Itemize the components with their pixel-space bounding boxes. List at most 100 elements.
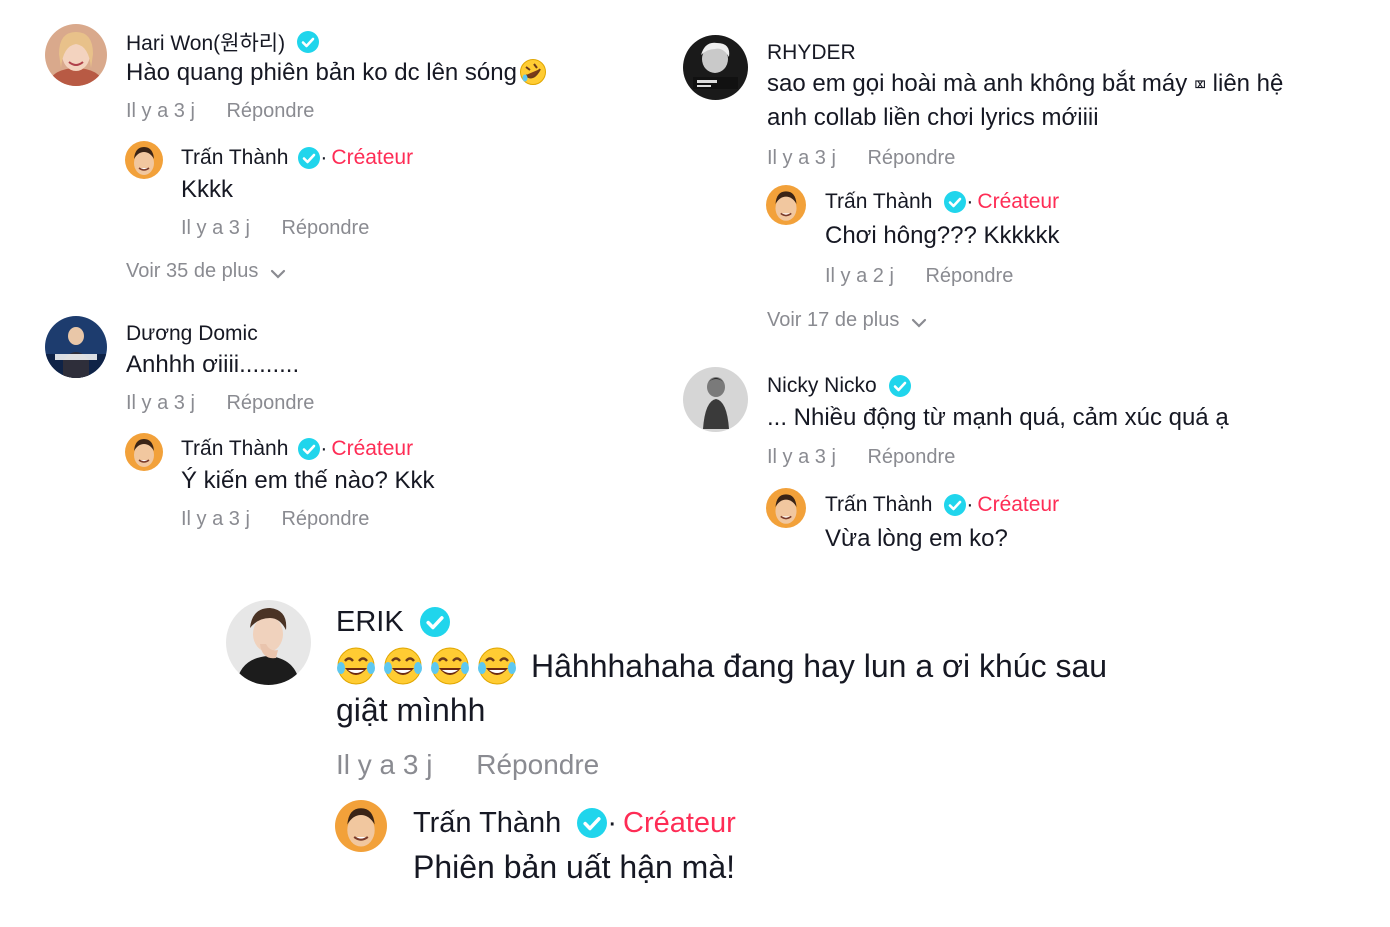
separator-dot: · (320, 146, 328, 169)
avatar[interactable] (766, 488, 806, 528)
comment-duong-domic: Dương Domic Anhhh ơiiii......... Il y a … (0, 300, 670, 570)
comment-text: Anhhh ơiiii......... (126, 351, 300, 378)
comment-text-content: liên hệ (1212, 70, 1284, 97)
comment-text: ... Nhiều động từ mạnh quá, cảm xúc quá … (767, 404, 1229, 431)
tears-of-joy-emoji-icon (478, 647, 516, 685)
reply-text: Ý kiến em thế nào? Kkk (181, 467, 435, 494)
comment-text-content: Hào quang phiên bản ko dc lên sóng (126, 59, 517, 86)
comment-meta: Il y a 3 j Répondre (767, 446, 955, 469)
author-name[interactable]: Trấn Thành (825, 190, 932, 214)
avatar[interactable] (683, 367, 748, 432)
author-name[interactable]: Hari Won(원하리) (126, 27, 285, 57)
creator-label: Créateur (977, 493, 1060, 516)
missing-glyph: ⌧ (1193, 72, 1206, 96)
reply-text: Phiên bản uất hận mà! (413, 849, 736, 885)
view-more-replies[interactable]: Voir 17 de plus (767, 309, 927, 332)
verified-badge-icon (298, 438, 321, 460)
reply-button[interactable]: Répondre (226, 100, 314, 122)
comment-time: Il y a 3 j (126, 100, 195, 122)
author-name[interactable]: Nicky Nicko (767, 374, 877, 398)
avatar[interactable] (335, 800, 387, 852)
comment-erik-panel: ERIK Hâhhhahaha đang hay lun a ơi khúc s… (0, 575, 1390, 927)
separator-dot: · (607, 806, 617, 839)
reply-author[interactable]: Trấn Thành · Créateur (825, 188, 1059, 216)
reply-meta: Il y a 3 j Répondre (181, 508, 369, 531)
comment-author[interactable]: ERIK (336, 604, 450, 640)
rolling-laughing-emoji-icon (519, 58, 546, 85)
separator-dot: · (320, 437, 328, 460)
comment-nicky-nicko: Nicky Nicko ... Nhiều động từ mạnh quá, … (670, 360, 1390, 575)
comment-meta: Il y a 3 j Répondre (336, 749, 599, 781)
comments-panel-left: Hari Won(원하리) Hào quang phiên bản ko dc … (0, 0, 670, 570)
comment-time: Il y a 2 j (825, 265, 894, 287)
author-name[interactable]: Trấn Thành (825, 493, 932, 517)
reply-author[interactable]: Trấn Thành · Créateur (413, 805, 736, 841)
comment-author[interactable]: Nicky Nicko (767, 372, 911, 400)
avatar[interactable] (125, 141, 163, 179)
comment-hari-won: Hari Won(원하리) Hào quang phiên bản ko dc … (0, 0, 670, 290)
author-name[interactable]: Trấn Thành (181, 437, 288, 461)
avatar[interactable] (45, 24, 107, 86)
reply-button[interactable]: Répondre (281, 508, 369, 530)
avatar[interactable] (125, 433, 163, 471)
chevron-down-icon (271, 269, 286, 279)
author-name[interactable]: Trấn Thành (413, 807, 561, 840)
reply-button[interactable]: Répondre (867, 147, 955, 169)
chevron-down-icon (912, 318, 927, 328)
comment-text-line: anh collab liền chơi lyrics mớiiii (767, 104, 1099, 131)
comment-author[interactable]: Hari Won(원하리) (126, 27, 320, 57)
author-name[interactable]: Dương Domic (126, 322, 258, 346)
creator-label: Créateur (977, 190, 1060, 213)
tears-of-joy-emoji-icon (337, 647, 375, 685)
view-more-label[interactable]: Voir 35 de plus (126, 260, 258, 283)
reply-meta: Il y a 3 j Répondre (181, 217, 369, 240)
separator-dot: · (966, 190, 974, 213)
reply-button[interactable]: Répondre (476, 749, 599, 780)
comment-text-line: giật mìnhh (336, 692, 486, 728)
tears-of-joy-emoji-icon (384, 647, 422, 685)
view-more-replies[interactable]: Voir 35 de plus (126, 260, 286, 283)
author-name[interactable]: ERIK (336, 606, 404, 639)
reply-text: Kkkk (181, 176, 234, 203)
separator-dot: · (966, 493, 974, 516)
reply-author[interactable]: Trấn Thành · Créateur (825, 491, 1059, 519)
comment-text-content: Hâhhhahaha đang hay lun a ơi khúc sau (531, 648, 1108, 684)
comment-author[interactable]: Dương Domic (126, 320, 258, 348)
reply-author[interactable]: Trấn Thành · Créateur (181, 144, 413, 172)
tears-of-joy-emoji-icon (431, 647, 469, 685)
comment-text: Hâhhhahaha đang hay lun a ơi khúc sau gi… (336, 644, 1107, 732)
reply-author[interactable]: Trấn Thành · Créateur (181, 435, 413, 463)
author-name[interactable]: RHYDER (767, 41, 856, 65)
reply-meta: Il y a 2 j Répondre (825, 265, 1013, 288)
verified-badge-icon (944, 494, 967, 516)
comment-time: Il y a 3 j (767, 147, 836, 169)
creator-label: Créateur (623, 806, 736, 839)
avatar[interactable] (683, 35, 748, 100)
comment-time: Il y a 3 j (126, 392, 195, 414)
creator-label: Créateur (331, 146, 414, 169)
comment-meta: Il y a 3 j Répondre (126, 392, 314, 415)
view-more-label[interactable]: Voir 17 de plus (767, 309, 899, 332)
comment-time: Il y a 3 j (767, 446, 836, 468)
avatar[interactable] (226, 600, 311, 685)
comment-meta: Il y a 3 j Répondre (126, 100, 314, 123)
comment-text-line: Hâhhhahaha đang hay lun a ơi khúc sau (336, 644, 1107, 688)
creator-label: Créateur (331, 437, 414, 460)
reply-button[interactable]: Répondre (226, 392, 314, 414)
reply-button[interactable]: Répondre (925, 265, 1013, 287)
reply-text: Chơi hông??? Kkkkkk (825, 222, 1060, 249)
comment-text-line: sao em gọi hoài mà anh không bắt máy ⌧ l… (767, 67, 1283, 101)
comment-author[interactable]: RHYDER (767, 39, 856, 67)
verified-badge-icon (298, 147, 321, 169)
author-name[interactable]: Trấn Thành (181, 146, 288, 170)
comment-text-content: sao em gọi hoài mà anh không bắt máy (767, 70, 1188, 97)
avatar[interactable] (766, 185, 806, 225)
comment-time: Il y a 3 j (181, 508, 250, 530)
verified-badge-icon (419, 607, 450, 637)
verified-badge-icon (944, 191, 967, 213)
avatar[interactable] (45, 316, 107, 378)
reply-button[interactable]: Répondre (867, 446, 955, 468)
reply-button[interactable]: Répondre (281, 217, 369, 239)
comment-rhyder: RHYDER sao em gọi hoài mà anh không bắt … (670, 0, 1390, 345)
comment-time: Il y a 3 j (336, 749, 433, 780)
